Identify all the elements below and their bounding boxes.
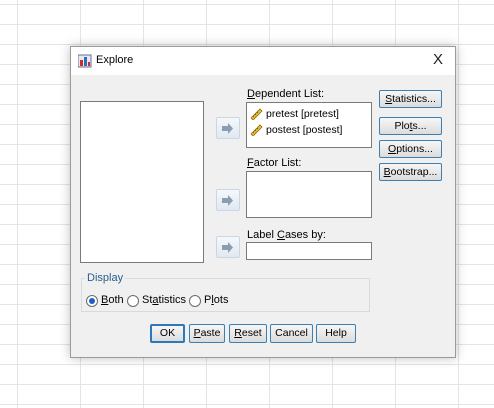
options-button[interactable]: Options... bbox=[379, 140, 442, 158]
radio-unselected-icon[interactable] bbox=[127, 295, 139, 307]
cancel-button[interactable]: Cancel bbox=[270, 324, 313, 343]
factor-list[interactable] bbox=[246, 171, 372, 218]
radio-unselected-icon[interactable] bbox=[189, 295, 201, 307]
move-to-factor-button[interactable] bbox=[216, 189, 240, 211]
display-group: Display bbox=[81, 272, 370, 312]
scale-variable-icon bbox=[250, 124, 263, 136]
scale-variable-icon bbox=[250, 108, 263, 120]
ok-button[interactable]: OK bbox=[150, 324, 185, 343]
dependent-list[interactable]: pretest [pretest] postest [postest] bbox=[246, 102, 372, 148]
statistics-button[interactable]: Statistics... bbox=[379, 90, 442, 108]
right-arrow-icon bbox=[222, 195, 233, 206]
move-to-label-cases-button[interactable] bbox=[216, 236, 240, 258]
move-to-dependent-button[interactable] bbox=[216, 117, 240, 139]
radio-selected-icon[interactable] bbox=[86, 295, 98, 307]
close-button[interactable]: X bbox=[421, 47, 455, 75]
source-variable-list[interactable] bbox=[80, 101, 204, 263]
display-legend: Display bbox=[87, 272, 124, 284]
explore-icon bbox=[78, 54, 92, 68]
label-cases-field[interactable] bbox=[246, 242, 372, 260]
right-arrow-icon bbox=[222, 242, 233, 253]
right-arrow-icon bbox=[222, 123, 233, 134]
close-icon[interactable]: X bbox=[433, 51, 443, 68]
dialog-title: Explore bbox=[96, 54, 134, 66]
label-cases-label: Label Cases by: bbox=[247, 229, 326, 241]
factor-list-label: Factor List: bbox=[247, 157, 302, 169]
plots-button[interactable]: Plots... bbox=[379, 117, 442, 135]
dialog-titlebar: Explore X bbox=[71, 47, 455, 75]
help-button[interactable]: Help bbox=[316, 324, 356, 343]
paste-button[interactable]: Paste bbox=[189, 324, 225, 343]
dependent-list-label: Dependent List: bbox=[247, 88, 325, 100]
reset-button[interactable]: Reset bbox=[229, 324, 267, 343]
bootstrap-button[interactable]: Bootstrap... bbox=[379, 163, 442, 181]
explore-dialog: Explore X Dependent List: pretest [prete… bbox=[70, 46, 456, 358]
